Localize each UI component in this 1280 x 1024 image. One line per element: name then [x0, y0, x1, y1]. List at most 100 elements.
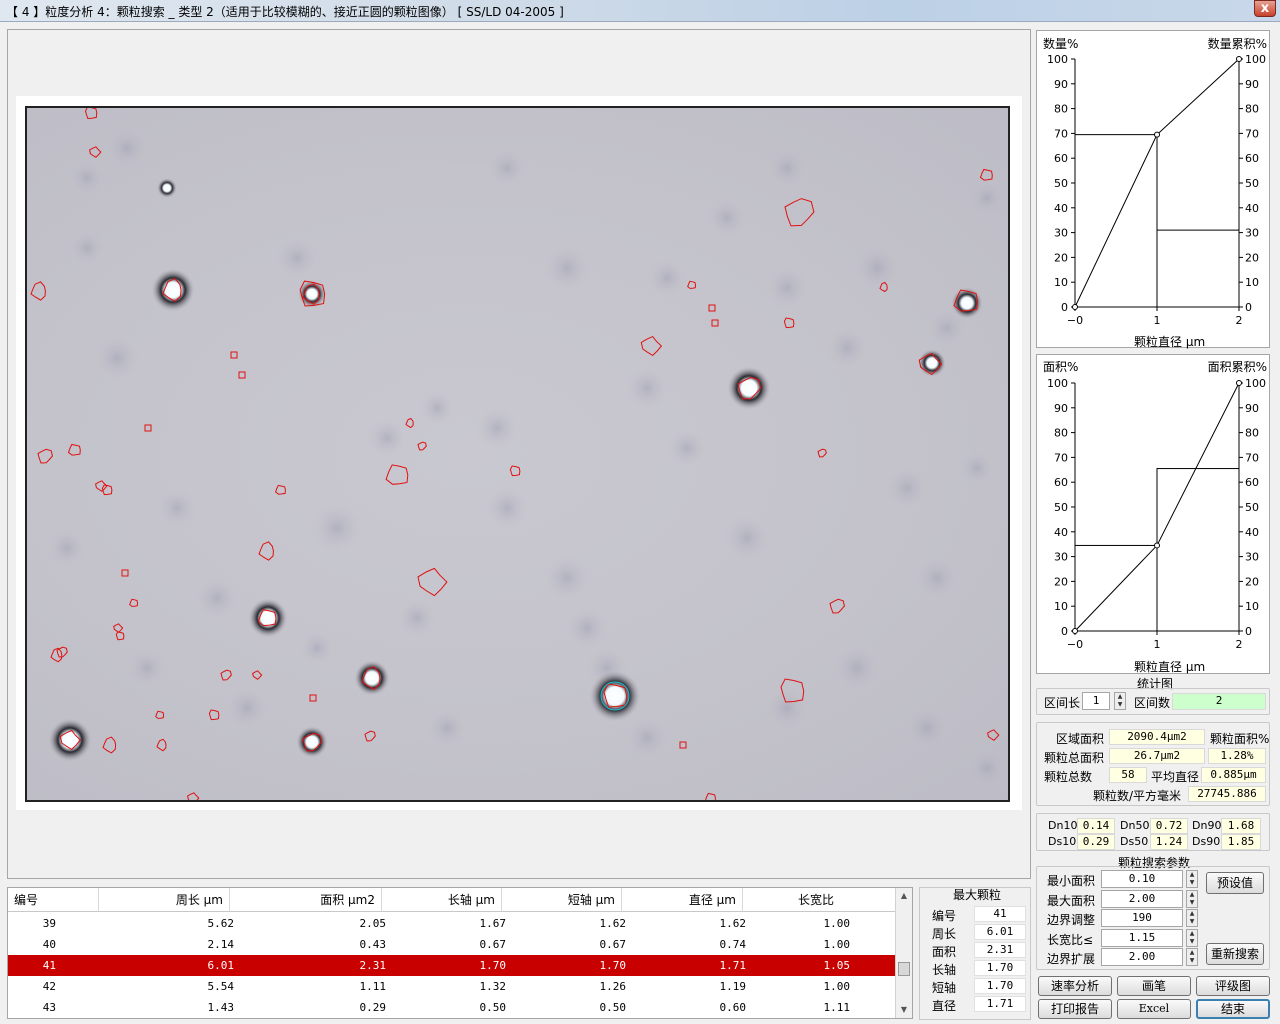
- research-button[interactable]: 重新搜索: [1206, 943, 1264, 965]
- finish-button[interactable]: 结束: [1196, 999, 1270, 1019]
- blurry-particle: [487, 148, 527, 188]
- interval-length-input[interactable]: 1: [1082, 692, 1110, 710]
- cumulative-point: [1072, 304, 1078, 310]
- dn50-value: 0.72: [1150, 818, 1188, 834]
- blurry-particle: [905, 706, 949, 750]
- aspect-ratio-spinner[interactable]: ▲ ▼: [1186, 929, 1198, 947]
- table-scrollbar[interactable]: ▲ ▼: [895, 888, 912, 1018]
- excel-button[interactable]: Excel: [1117, 999, 1191, 1019]
- col-header-perimeter[interactable]: 周长 μm: [99, 888, 230, 912]
- count-chart-xlabel: 颗粒直径 μm: [1134, 335, 1206, 349]
- cumulative-point: [1154, 542, 1160, 549]
- microscope-image[interactable]: [25, 106, 1010, 802]
- blurry-particle: [367, 418, 407, 458]
- cumulative-point: [1236, 380, 1242, 386]
- table-cell: 1.32: [479, 980, 507, 993]
- edge-expand-input[interactable]: 2.00: [1101, 948, 1183, 966]
- y-tick-label-right: 100: [1245, 53, 1266, 66]
- table-row[interactable]: 43 1.43 0.29 0.50 0.50 0.60 1.11: [8, 997, 896, 1018]
- blurry-particle: [127, 648, 167, 688]
- min-area-spinner[interactable]: ▲ ▼: [1186, 870, 1198, 888]
- table-row[interactable]: 42 5.54 1.11 1.32 1.26 1.19 1.00: [8, 976, 896, 997]
- interval-length-spinner[interactable]: ▲ ▼: [1114, 692, 1126, 710]
- particle-outline: [640, 335, 663, 357]
- edge-adjust-input[interactable]: 190: [1101, 909, 1183, 927]
- blurry-particle: [967, 748, 1007, 788]
- total-count-label: 颗粒总数: [1044, 770, 1093, 784]
- table-cell: 6.01: [207, 959, 235, 972]
- max-area-input[interactable]: 2.00: [1101, 890, 1183, 908]
- interval-count-label: 区间数: [1134, 696, 1171, 710]
- col-header-area[interactable]: 面积 μm2: [230, 888, 382, 912]
- table-cell: 43: [42, 1001, 56, 1014]
- pen-button[interactable]: 画笔: [1117, 976, 1191, 996]
- table-row[interactable]: 41 6.01 2.31 1.70 1.70 1.71 1.05: [8, 955, 896, 976]
- blurry-particle: [625, 366, 669, 410]
- scroll-up-icon[interactable]: ▲: [898, 891, 910, 901]
- y-tick-label-left: 60: [1054, 476, 1068, 489]
- blurry-particle: [707, 198, 747, 238]
- total-area-value: 26.7μm2: [1109, 748, 1205, 764]
- bright-particle: [589, 670, 641, 722]
- edge-expand-spinner[interactable]: ▲ ▼: [1186, 948, 1198, 966]
- particle-outline: [987, 729, 1000, 741]
- y-tick-label-right: 50: [1245, 177, 1259, 190]
- density-value: 27745.886: [1188, 786, 1266, 802]
- dn90-label: Dn90: [1192, 819, 1222, 832]
- scroll-thumb[interactable]: [898, 962, 910, 976]
- blurry-particle: [275, 236, 319, 280]
- blurry-particle: [93, 334, 141, 382]
- table-row[interactable]: 39 5.62 2.05 1.67 1.62 1.62 1.00: [8, 913, 896, 934]
- blurry-particle: [543, 554, 591, 602]
- bright-particle: [151, 268, 195, 312]
- bright-particle: [48, 718, 92, 762]
- blurry-particle: [647, 258, 687, 298]
- dn50-label: Dn50: [1120, 819, 1150, 832]
- blurry-particle: [767, 148, 807, 188]
- ds90-value: 1.85: [1221, 834, 1261, 850]
- particle-outline: [115, 631, 125, 641]
- table-row[interactable]: 40 2.14 0.43 0.67 0.67 0.74 1.00: [8, 934, 896, 955]
- min-area-input[interactable]: 0.10: [1101, 870, 1183, 888]
- y-tick-label-right: 80: [1245, 103, 1259, 116]
- blurry-particle: [427, 708, 467, 748]
- blurry-particle: [299, 630, 335, 666]
- y-tick-label-left: 10: [1054, 600, 1068, 613]
- x-tick-label: −0: [1067, 314, 1083, 327]
- col-header-major-axis[interactable]: 长轴 μm: [382, 888, 502, 912]
- aspect-ratio-input[interactable]: 1.15: [1101, 929, 1183, 947]
- table-cell: 41: [42, 959, 56, 972]
- table-cell: 0.50: [599, 1001, 627, 1014]
- blurry-particle: [765, 686, 809, 730]
- mean-diameter-label: 平均直径: [1151, 770, 1200, 784]
- max-area-spinner[interactable]: ▲ ▼: [1186, 890, 1198, 908]
- particle-outline: [275, 484, 286, 495]
- col-header-aspect[interactable]: 长宽比: [743, 888, 896, 912]
- edge-adjust-spinner[interactable]: ▲ ▼: [1186, 909, 1198, 927]
- y-tick-label-left: 20: [1054, 575, 1068, 588]
- table-cell: 2.05: [359, 917, 387, 930]
- close-button[interactable]: x: [1254, 0, 1276, 17]
- max-perimeter-label: 周长: [932, 927, 957, 941]
- col-header-minor-axis[interactable]: 短轴 μm: [502, 888, 622, 912]
- particle-outline: [309, 694, 317, 702]
- blurry-particle: [565, 606, 609, 650]
- blurry-particle: [853, 244, 901, 292]
- print-report-button[interactable]: 打印报告: [1038, 999, 1112, 1019]
- scroll-down-icon[interactable]: ▼: [898, 1005, 910, 1015]
- count-chart: 100 10090 9080 8070 7060 6050 5040 4030 3020 2010…: [1047, 53, 1266, 327]
- blurry-particle: [419, 390, 455, 426]
- col-header-id[interactable]: 编号: [8, 888, 99, 912]
- cumulative-point: [1072, 628, 1078, 634]
- ds50-label: Ds50: [1120, 835, 1149, 848]
- preset-button[interactable]: 预设值: [1206, 872, 1264, 894]
- particle-table[interactable]: 编号 周长 μm 面积 μm2 长轴 μm 短轴 μm 直径 μm 长宽比 39…: [7, 887, 913, 1019]
- y-tick-label-left: 30: [1054, 227, 1068, 240]
- col-header-diameter[interactable]: 直径 μm: [622, 888, 743, 912]
- y-tick-label-right: 50: [1245, 501, 1259, 514]
- rate-analysis-button[interactable]: 速率分析: [1038, 976, 1112, 996]
- table-cell: 1.00: [823, 938, 851, 951]
- max-id-value: 41: [974, 906, 1026, 922]
- max-minor-value: 1.70: [974, 978, 1026, 994]
- grade-chart-button[interactable]: 评级图: [1196, 976, 1270, 996]
